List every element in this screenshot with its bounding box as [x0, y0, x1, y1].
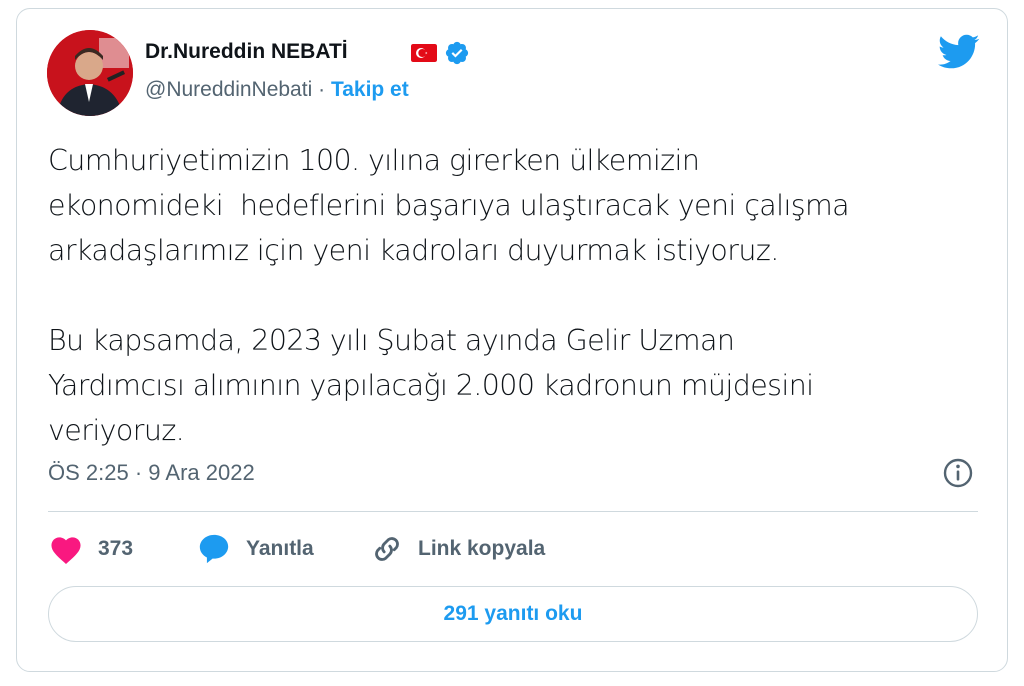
- tweet-paragraph-1: Cumhuriyetimizin 100. yılına girerken ül…: [48, 144, 850, 267]
- tweet-text: Cumhuriyetimizin 100. yılına girerken ül…: [48, 138, 978, 453]
- copy-link-label: Link kopyala: [418, 537, 546, 560]
- reply-label: Yanıtla: [246, 537, 314, 560]
- read-replies-label: 291 yanıtı oku: [443, 602, 583, 625]
- speech-bubble-icon: [199, 534, 229, 564]
- verified-badge-icon: [445, 41, 469, 65]
- separator-dot: ·: [318, 78, 326, 101]
- read-replies-button[interactable]: 291 yanıtı oku: [48, 586, 978, 642]
- heart-icon: [51, 537, 81, 564]
- like-count: 373: [98, 537, 134, 560]
- turkey-flag-icon: [411, 44, 437, 62]
- tweet-actions: 373 Yanıtla Link kopyala: [48, 528, 978, 570]
- author-avatar[interactable]: [47, 30, 133, 116]
- info-icon[interactable]: [942, 457, 974, 489]
- like-button[interactable]: 373: [48, 528, 133, 570]
- twitter-bird-icon[interactable]: [938, 34, 980, 70]
- link-icon: [375, 537, 399, 561]
- reply-button[interactable]: Yanıtla: [196, 528, 314, 570]
- avatar-photo: [47, 30, 133, 116]
- divider: [48, 511, 978, 512]
- copy-link-button[interactable]: Link kopyala: [370, 528, 545, 570]
- handle-row: @NureddinNebati · Takip et: [145, 78, 409, 102]
- tweet-timestamp[interactable]: ÖS 2:25 · 9 Ara 2022: [48, 460, 255, 486]
- author-handle[interactable]: @NureddinNebati: [145, 78, 312, 101]
- author-name[interactable]: Dr.Nureddin NEBATİ: [145, 40, 348, 64]
- follow-link[interactable]: Takip et: [331, 78, 409, 101]
- tweet-paragraph-2: Bu kapsamda, 2023 yılı Şubat ayında Geli…: [48, 324, 814, 447]
